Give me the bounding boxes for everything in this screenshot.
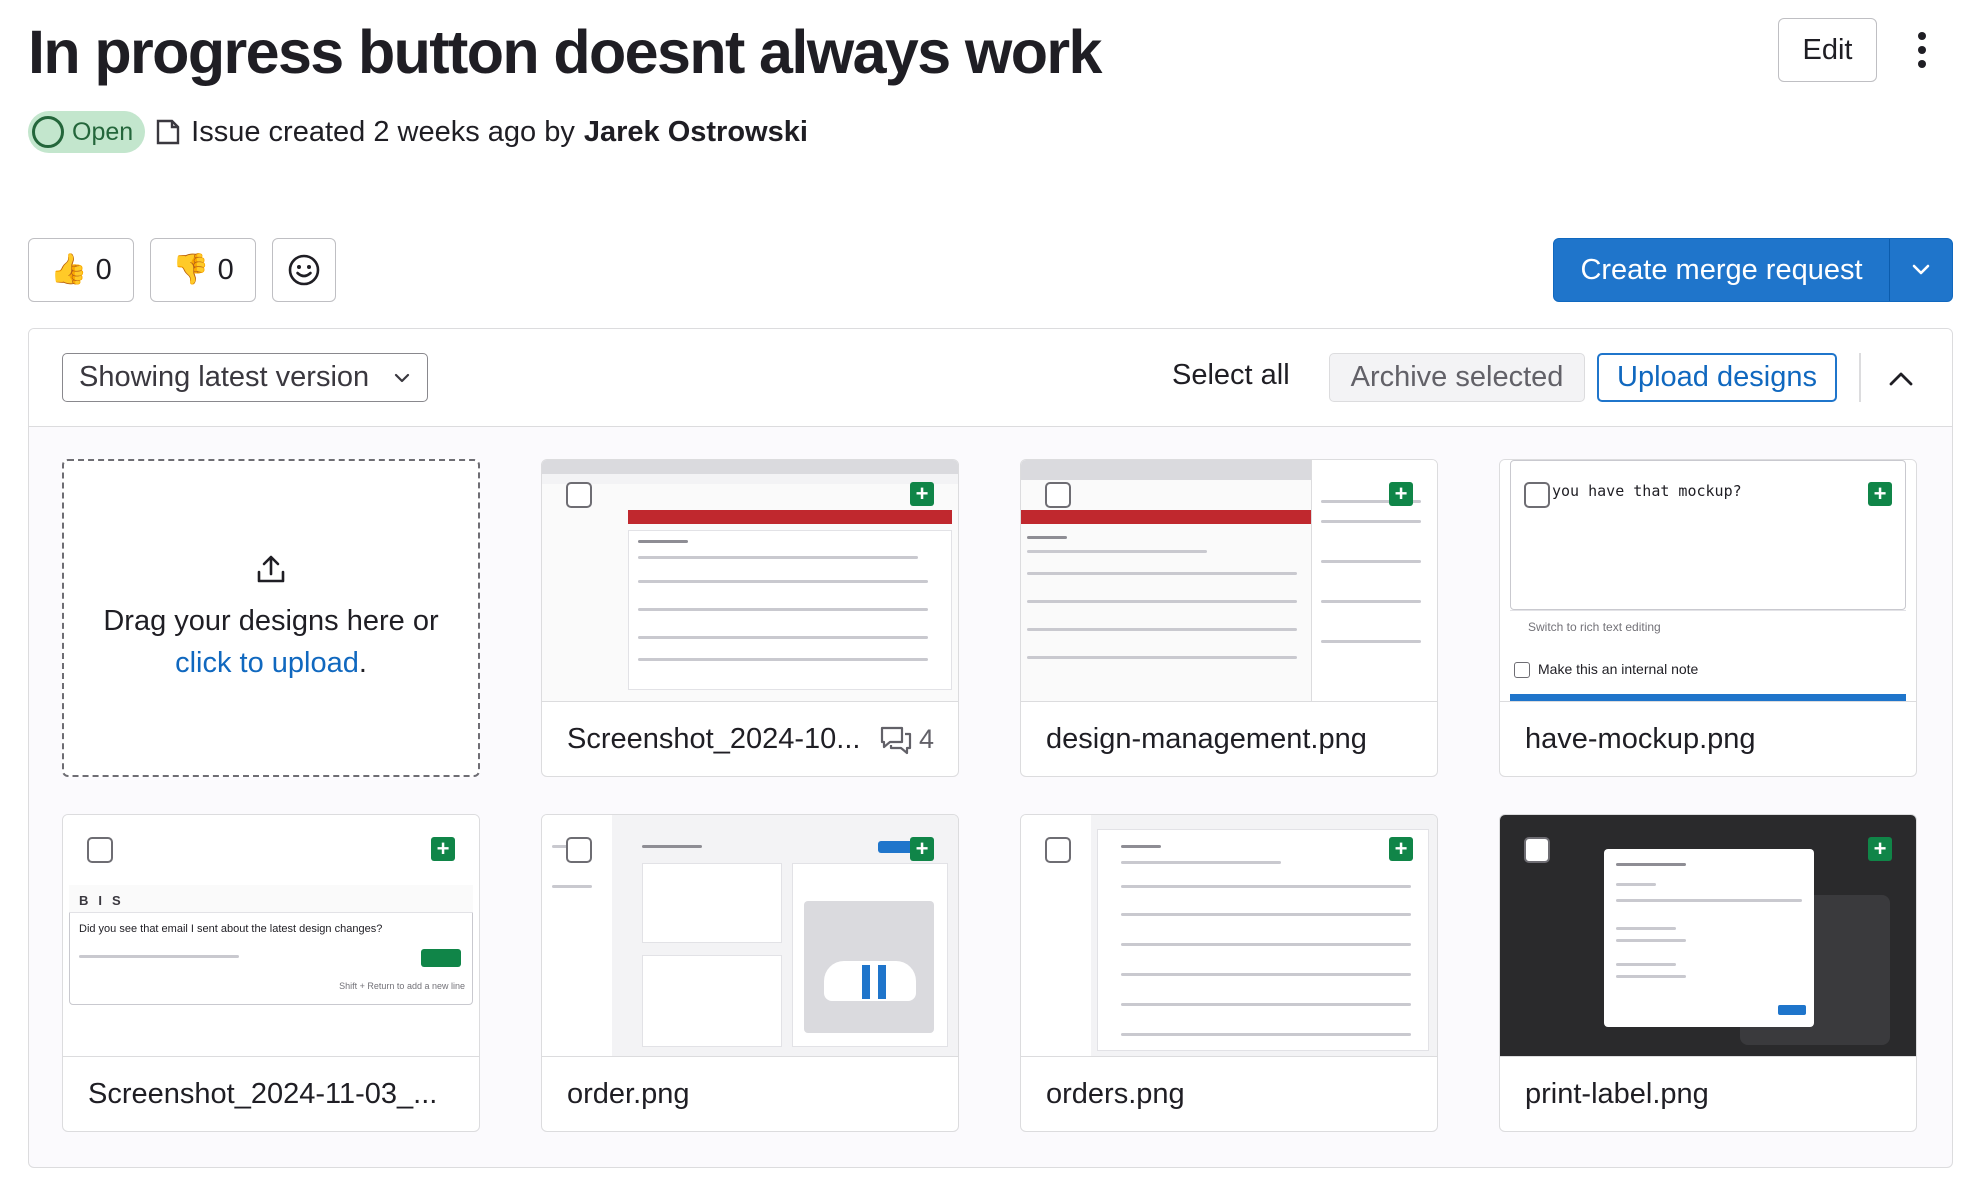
design-checkbox[interactable] [1524, 482, 1550, 508]
design-card[interactable]: + Screenshot_2024-10... 4 [541, 459, 959, 777]
more-actions-icon[interactable] [1908, 24, 1936, 76]
preview-hint: Switch to rich text editing [1528, 620, 1661, 634]
design-filename: Screenshot_2024-10... [567, 722, 861, 755]
design-checkbox[interactable] [1524, 837, 1550, 863]
design-checkbox[interactable] [566, 482, 592, 508]
add-comment-icon[interactable]: + [431, 837, 455, 861]
toolbar-divider [1859, 353, 1861, 402]
issue-type-icon [156, 119, 180, 145]
created-text: Issue created 2 weeks ago by [191, 115, 575, 148]
smiley-icon [288, 254, 320, 286]
design-thumbnail [542, 460, 958, 702]
select-all-button[interactable]: Select all [1172, 359, 1290, 392]
chevron-up-icon [1889, 372, 1913, 386]
issue-title: In progress button doesnt always work [28, 18, 1102, 86]
version-label: Showing latest version [79, 361, 370, 393]
upload-icon [257, 555, 285, 583]
add-comment-icon[interactable]: + [1389, 837, 1413, 861]
design-thumbnail [542, 815, 958, 1057]
preview-text: Did you see that email I sent about the … [79, 923, 383, 935]
create-merge-request-split-button: Create merge request [1553, 238, 1953, 302]
dropzone-link-row: click to upload. [175, 642, 367, 684]
add-comment-icon[interactable]: + [1868, 837, 1892, 861]
add-comment-icon[interactable]: + [910, 837, 934, 861]
add-comment-icon[interactable]: + [1389, 482, 1413, 506]
create-merge-request-button[interactable]: Create merge request [1554, 239, 1890, 301]
collapse-button[interactable] [1881, 359, 1921, 399]
thumbs-up-icon: 👍 [50, 253, 88, 286]
design-thumbnail [1021, 815, 1437, 1057]
author-link[interactable]: Jarek Ostrowski [584, 116, 808, 149]
design-filename: have-mockup.png [1525, 722, 1756, 755]
design-checkbox[interactable] [1045, 482, 1071, 508]
design-filename: Screenshot_2024-11-03_... [88, 1077, 438, 1110]
designs-panel: Showing latest version Select all Archiv… [28, 328, 1953, 1168]
preview-checkbox-label: Make this an internal note [1538, 661, 1699, 677]
design-card[interactable]: + orders.png [1020, 814, 1438, 1132]
status-badge: Open [28, 111, 146, 153]
design-card[interactable]: + design-management.png [1020, 459, 1438, 777]
design-thumbnail [1021, 460, 1437, 702]
archive-selected-button[interactable]: Archive selected [1329, 353, 1585, 402]
preview-hint: Shift + Return to add a new line [339, 981, 465, 991]
design-checkbox[interactable] [1045, 837, 1071, 863]
comments-icon [880, 726, 912, 754]
design-card[interactable]: BIS Did you see that email I sent about … [62, 814, 480, 1132]
design-card[interactable]: you have that mockup? Switch to rich tex… [1499, 459, 1917, 777]
add-comment-icon[interactable]: + [1868, 482, 1892, 506]
design-checkbox[interactable] [87, 837, 113, 863]
design-filename: design-management.png [1046, 722, 1367, 755]
design-filename: orders.png [1046, 1077, 1185, 1110]
thumbs-down-button[interactable]: 👎 0 [150, 238, 256, 302]
dropzone-text: Drag your designs here or [103, 605, 439, 637]
design-filename: order.png [567, 1077, 690, 1110]
design-card[interactable]: + print-label.png [1499, 814, 1917, 1132]
thumbs-down-count: 0 [217, 253, 234, 286]
thumbs-down-icon: 👎 [172, 253, 210, 286]
upload-designs-button[interactable]: Upload designs [1597, 353, 1837, 402]
design-thumbnail [1500, 815, 1916, 1057]
comment-count-value: 4 [918, 724, 934, 754]
status-open-icon [32, 116, 64, 148]
chevron-down-icon [394, 373, 410, 382]
preview-text: you have that mockup? [1552, 482, 1742, 500]
design-dropzone[interactable]: Drag your designs here or click to uploa… [62, 459, 480, 777]
version-dropdown[interactable]: Showing latest version [62, 353, 428, 402]
thumbs-up-count: 0 [95, 253, 112, 286]
comment-count: 4 [878, 724, 934, 755]
chevron-down-icon [1912, 264, 1930, 275]
issue-meta: Open Issue created 2 weeks ago by Jarek … [28, 110, 808, 154]
design-checkbox[interactable] [566, 837, 592, 863]
edit-button[interactable]: Edit [1778, 18, 1877, 82]
designs-toolbar: Showing latest version Select all Archiv… [29, 329, 1952, 427]
add-reaction-button[interactable] [272, 238, 336, 302]
add-comment-icon[interactable]: + [910, 482, 934, 506]
design-thumbnail: BIS Did you see that email I sent about … [63, 815, 479, 1057]
dropzone-suffix: . [358, 647, 367, 679]
design-thumbnail: you have that mockup? Switch to rich tex… [1500, 460, 1916, 702]
design-filename: print-label.png [1525, 1077, 1709, 1110]
status-label: Open [72, 117, 134, 146]
click-to-upload-link[interactable]: click to upload [175, 647, 359, 679]
thumbs-up-button[interactable]: 👍 0 [28, 238, 134, 302]
design-card[interactable]: + order.png [541, 814, 959, 1132]
merge-request-dropdown-toggle[interactable] [1890, 239, 1952, 301]
